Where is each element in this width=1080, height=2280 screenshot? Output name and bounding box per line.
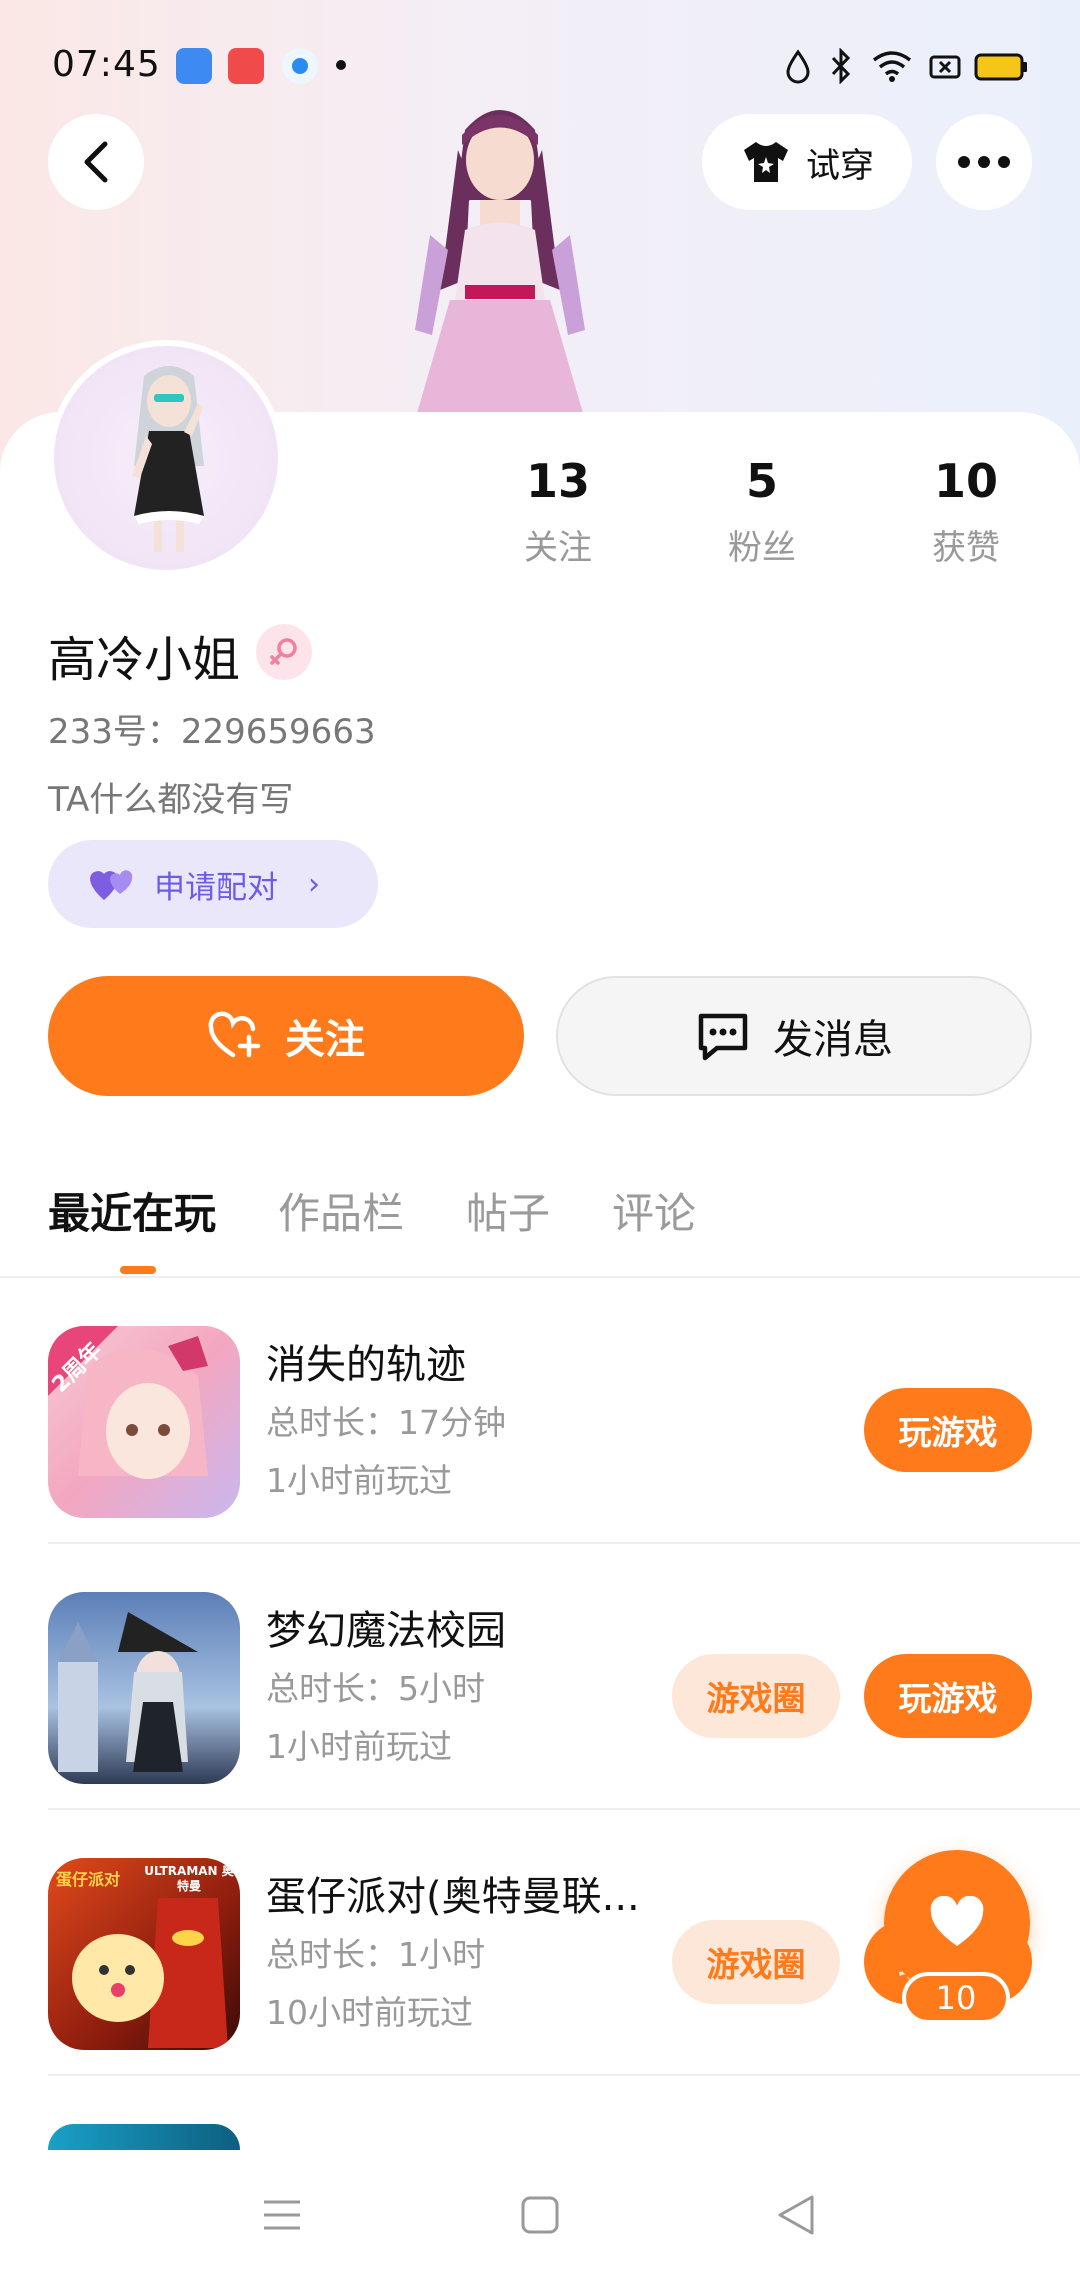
game-duration: 总时长：17分钟 [266, 1403, 506, 1442]
chat-bubble-icon [698, 1013, 748, 1061]
follow-button[interactable]: 关注 [48, 976, 524, 1096]
list-item[interactable]: 2周年 消失的轨迹 总时长：17分钟 1小时前玩过 玩游戏 [0, 1278, 1080, 1544]
play-game-button[interactable]: 玩游戏 [864, 1388, 1032, 1472]
game-icon-fantasy-magic-academy[interactable] [48, 1592, 240, 1784]
stat-following[interactable]: 13 关注 [478, 454, 638, 569]
battery-icon [974, 53, 1027, 81]
try-on-label: 试穿 [806, 145, 874, 186]
request-pair-button[interactable]: 申请配对 › [48, 840, 378, 928]
tab-posts[interactable]: 帖子 [466, 1180, 550, 1241]
more-options-button[interactable] [936, 114, 1032, 210]
game-circle-button[interactable]: 游戏圈 [672, 1654, 840, 1738]
game-icon-partial [48, 2124, 240, 2150]
game-duration: 总时长：5小时 [266, 1669, 485, 1708]
try-on-button[interactable]: 试穿 [702, 114, 912, 210]
home-square-icon[interactable] [500, 2180, 580, 2250]
user-id: 233号：229659663 [48, 712, 376, 752]
like-count-badge: 10 [902, 1972, 1010, 2024]
bio-text: TA什么都没有写 [48, 780, 294, 820]
stat-following-value: 13 [525, 454, 590, 508]
bluetooth-icon [831, 48, 851, 84]
game-name: 蛋仔派对(奥特曼联... [266, 1874, 640, 1920]
menu-icon[interactable] [242, 2180, 322, 2250]
game-duration: 总时长：1小时 [266, 1935, 485, 1974]
game-name: 梦幻魔法校园 [266, 1608, 506, 1654]
back-button[interactable] [48, 114, 144, 210]
stat-fans-value: 5 [745, 454, 778, 508]
row-divider [48, 2074, 1080, 2076]
shirt-icon [744, 142, 788, 182]
status-time: 07:45 [52, 44, 161, 85]
notification-dot-icon [336, 60, 346, 70]
game-icon-vanished-track[interactable]: 2周年 [48, 1326, 240, 1518]
follow-label: 关注 [285, 1017, 365, 1063]
game-last-played: 10小时前玩过 [266, 1993, 473, 2032]
wifi-icon [872, 51, 912, 82]
game-circle-button[interactable]: 游戏圈 [672, 1920, 840, 2004]
send-message-button[interactable]: 发消息 [556, 976, 1032, 1096]
avatar-character-image [132, 366, 204, 552]
stat-fans-label: 粉丝 [728, 528, 796, 568]
heart-icon [930, 1896, 984, 1946]
character-avatar-illustration [415, 110, 585, 420]
more-dots-icon [958, 156, 970, 168]
red-app-icon [228, 48, 264, 84]
battery-saver-icon [929, 55, 961, 79]
back-triangle-icon[interactable] [756, 2180, 836, 2250]
game-last-played: 1小时前玩过 [266, 1461, 452, 1500]
stat-likes-value: 10 [933, 454, 998, 508]
tab-works[interactable]: 作品栏 [278, 1180, 404, 1241]
active-tab-indicator [120, 1266, 156, 1274]
status-bar: 07:45 [0, 0, 1080, 130]
stat-fans[interactable]: 5 粉丝 [682, 454, 842, 569]
back-arrow-icon [84, 141, 108, 183]
system-navigation-bar [0, 2150, 1080, 2280]
avatar[interactable] [48, 340, 284, 576]
send-message-label: 发消息 [773, 1017, 893, 1063]
stat-following-label: 关注 [524, 528, 592, 568]
stat-likes-label: 获赞 [932, 528, 1000, 568]
game-last-played: 1小时前玩过 [266, 1727, 452, 1766]
double-heart-icon [90, 870, 133, 900]
chevron-right-icon: › [308, 866, 320, 902]
game-icon-eggy-party[interactable]: 蛋仔派对 ULTRAMAN 奥特曼 [48, 1858, 240, 2050]
ultraman-logo-text: ULTRAMAN 奥特曼 [144, 1864, 234, 1893]
tab-recently-played[interactable]: 最近在玩 [48, 1180, 216, 1241]
female-gender-icon [256, 624, 312, 680]
game-name: 消失的轨迹 [266, 1342, 466, 1388]
tab-comments[interactable]: 评论 [612, 1180, 696, 1241]
play-game-button[interactable]: 玩游戏 [864, 1654, 1032, 1738]
data-drop-icon [786, 49, 810, 84]
heart-plus-icon [208, 1011, 261, 1058]
eggy-party-logo-text: 蛋仔派对 [56, 1870, 121, 1889]
blue-circle-app-icon [282, 48, 318, 84]
list-item[interactable]: 梦幻魔法校园 总时长：5小时 1小时前玩过 游戏圈 玩游戏 [0, 1544, 1080, 1810]
profile-tabs: 最近在玩 作品栏 帖子 评论 [48, 1180, 696, 1241]
blue-app-icon [176, 48, 212, 84]
request-pair-label: 申请配对 [154, 869, 278, 906]
stat-likes[interactable]: 10 获赞 [886, 454, 1046, 569]
nickname: 高冷小姐 [48, 632, 241, 688]
